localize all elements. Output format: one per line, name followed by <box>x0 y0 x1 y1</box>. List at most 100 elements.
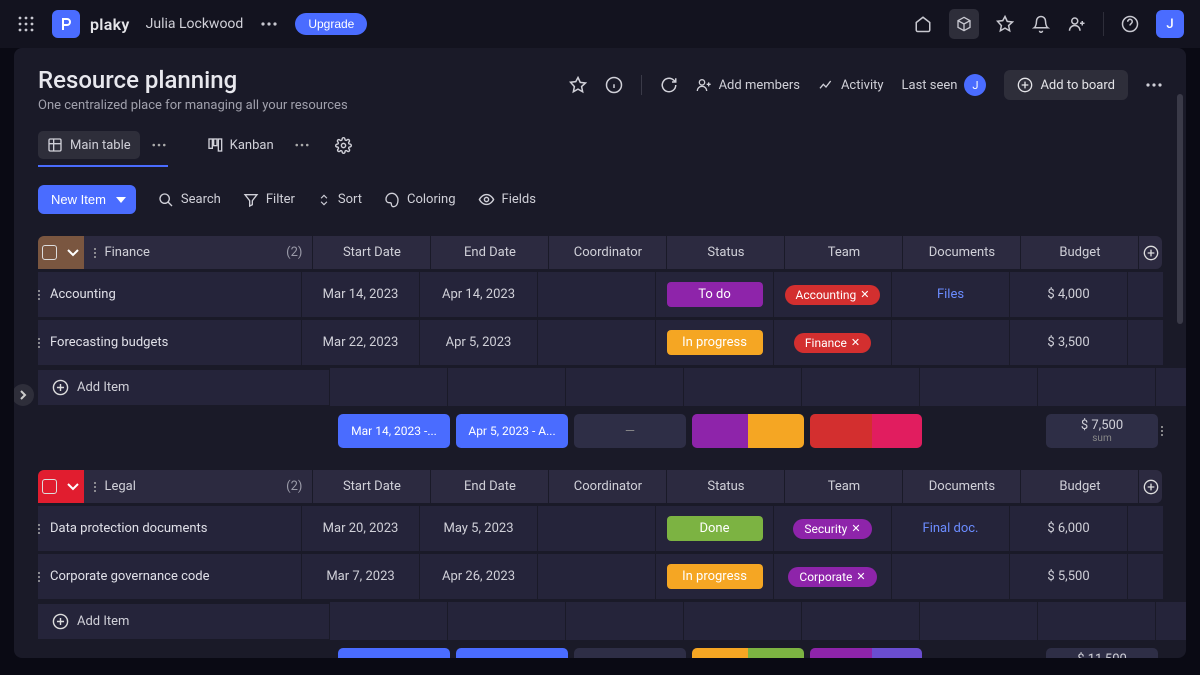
col-coord[interactable]: Coordinator <box>548 236 666 269</box>
cell-team[interactable]: Security✕ <box>773 506 891 551</box>
col-status[interactable]: Status <box>666 236 784 269</box>
col-coord[interactable]: Coordinator <box>548 470 666 503</box>
cube-icon[interactable] <box>949 9 979 39</box>
cell-start[interactable]: Mar 14, 2023 <box>301 272 419 317</box>
group-collapse-icon[interactable] <box>61 470 84 503</box>
cell-team[interactable]: Accounting✕ <box>773 272 891 317</box>
add-item-row[interactable]: Add Item <box>38 602 1162 640</box>
cell-budget[interactable]: $ 6,000 <box>1009 506 1127 551</box>
favorite-star-icon[interactable] <box>569 76 587 94</box>
scrollbar[interactable] <box>1177 94 1183 648</box>
add-column-icon[interactable] <box>1138 470 1162 503</box>
summary-start[interactable]: Mar 7, 2023 - ... <box>338 648 450 658</box>
cell-docs[interactable]: Final doc. <box>891 506 1009 551</box>
summary-end[interactable]: Apr 5, 2023 - A... <box>456 414 568 448</box>
summary-end[interactable]: Apr 26, 2023 - ... <box>456 648 568 658</box>
cell-start[interactable]: Mar 20, 2023 <box>301 506 419 551</box>
col-docs[interactable]: Documents <box>902 470 1020 503</box>
cell-end[interactable]: Apr 14, 2023 <box>419 272 537 317</box>
help-icon[interactable] <box>1120 14 1140 34</box>
cell-start[interactable]: Mar 7, 2023 <box>301 554 419 599</box>
cell-budget[interactable]: $ 3,500 <box>1009 320 1127 365</box>
filter-button[interactable]: Filter <box>243 192 295 208</box>
cell-team[interactable]: Finance✕ <box>773 320 891 365</box>
col-end[interactable]: End Date <box>430 470 548 503</box>
tab-main-table[interactable]: Main table <box>38 131 140 159</box>
cell-status[interactable]: In progress <box>655 554 773 599</box>
table-row[interactable]: Data protection documents Mar 20, 2023 M… <box>38 506 1162 551</box>
add-members-button[interactable]: Add members <box>696 77 800 93</box>
new-item-button[interactable]: New Item <box>38 185 136 214</box>
col-status[interactable]: Status <box>666 470 784 503</box>
last-seen[interactable]: Last seenJ <box>902 74 987 96</box>
star-icon[interactable] <box>995 14 1015 34</box>
cell-coord[interactable] <box>537 320 655 365</box>
sidebar-expand-handle[interactable] <box>14 384 34 406</box>
col-team[interactable]: Team <box>784 236 902 269</box>
table-row[interactable]: Accounting Mar 14, 2023 Apr 14, 2023 To … <box>38 272 1162 317</box>
group-name[interactable]: Finance(2) <box>84 236 312 269</box>
tab-main-menu-icon[interactable] <box>146 137 172 153</box>
col-start[interactable]: Start Date <box>312 236 430 269</box>
drag-handle-icon[interactable] <box>94 482 96 492</box>
apps-grid-icon[interactable] <box>16 14 36 34</box>
search-button[interactable]: Search <box>158 192 221 208</box>
row-name[interactable]: Accounting <box>40 272 301 317</box>
cell-coord[interactable] <box>537 506 655 551</box>
cell-end[interactable]: Apr 5, 2023 <box>419 320 537 365</box>
row-name[interactable]: Data protection documents <box>40 506 301 551</box>
cell-coord[interactable] <box>537 554 655 599</box>
user-name[interactable]: Julia Lockwood <box>146 16 244 32</box>
table-row[interactable]: Forecasting budgets Mar 22, 2023 Apr 5, … <box>38 320 1162 365</box>
group-name[interactable]: Legal(2) <box>84 470 312 503</box>
board-menu-dots-icon[interactable] <box>1146 83 1162 87</box>
col-team[interactable]: Team <box>784 470 902 503</box>
cell-status[interactable]: In progress <box>655 320 773 365</box>
col-docs[interactable]: Documents <box>902 236 1020 269</box>
group-collapse-icon[interactable] <box>61 236 84 269</box>
table-row[interactable]: Corporate governance code Mar 7, 2023 Ap… <box>38 554 1162 599</box>
cell-end[interactable]: May 5, 2023 <box>419 506 537 551</box>
bell-icon[interactable] <box>1031 14 1051 34</box>
summary-menu-icon[interactable] <box>1161 414 1163 448</box>
drag-handle-icon[interactable] <box>94 248 96 258</box>
tab-kanban[interactable]: Kanban <box>198 131 283 159</box>
summary-start[interactable]: Mar 14, 2023 -... <box>338 414 450 448</box>
upgrade-button[interactable]: Upgrade <box>295 13 367 35</box>
group-checkbox[interactable] <box>38 236 61 269</box>
sort-button[interactable]: Sort <box>317 192 362 207</box>
avatar[interactable]: J <box>1156 10 1184 38</box>
activity-button[interactable]: Activity <box>818 77 884 93</box>
coloring-button[interactable]: Coloring <box>384 192 456 208</box>
cell-status[interactable]: Done <box>655 506 773 551</box>
cell-team[interactable]: Corporate✕ <box>773 554 891 599</box>
summary-menu-icon[interactable] <box>1161 648 1163 658</box>
col-budget[interactable]: Budget <box>1020 236 1138 269</box>
row-name[interactable]: Corporate governance code <box>40 554 301 599</box>
add-item-row[interactable]: Add Item <box>38 368 1162 406</box>
home-icon[interactable] <box>913 14 933 34</box>
cell-status[interactable]: To do <box>655 272 773 317</box>
cell-budget[interactable]: $ 4,000 <box>1009 272 1127 317</box>
add-user-icon[interactable] <box>1067 14 1087 34</box>
cell-coord[interactable] <box>537 272 655 317</box>
logo[interactable]: plaky <box>52 10 130 38</box>
cell-start[interactable]: Mar 22, 2023 <box>301 320 419 365</box>
refresh-icon[interactable] <box>660 76 678 94</box>
row-name[interactable]: Forecasting budgets <box>40 320 301 365</box>
col-end[interactable]: End Date <box>430 236 548 269</box>
add-column-icon[interactable] <box>1138 236 1162 269</box>
view-settings-icon[interactable] <box>335 137 352 154</box>
group-checkbox[interactable] <box>38 470 61 503</box>
col-budget[interactable]: Budget <box>1020 470 1138 503</box>
col-start[interactable]: Start Date <box>312 470 430 503</box>
fields-button[interactable]: Fields <box>478 191 536 208</box>
cell-docs[interactable] <box>891 320 1009 365</box>
user-menu-dots-icon[interactable] <box>259 14 279 34</box>
cell-docs[interactable]: Files <box>891 272 1009 317</box>
cell-docs[interactable] <box>891 554 1009 599</box>
info-icon[interactable] <box>605 76 623 94</box>
cell-budget[interactable]: $ 5,500 <box>1009 554 1127 599</box>
cell-end[interactable]: Apr 26, 2023 <box>419 554 537 599</box>
add-to-board-button[interactable]: Add to board <box>1004 70 1128 100</box>
